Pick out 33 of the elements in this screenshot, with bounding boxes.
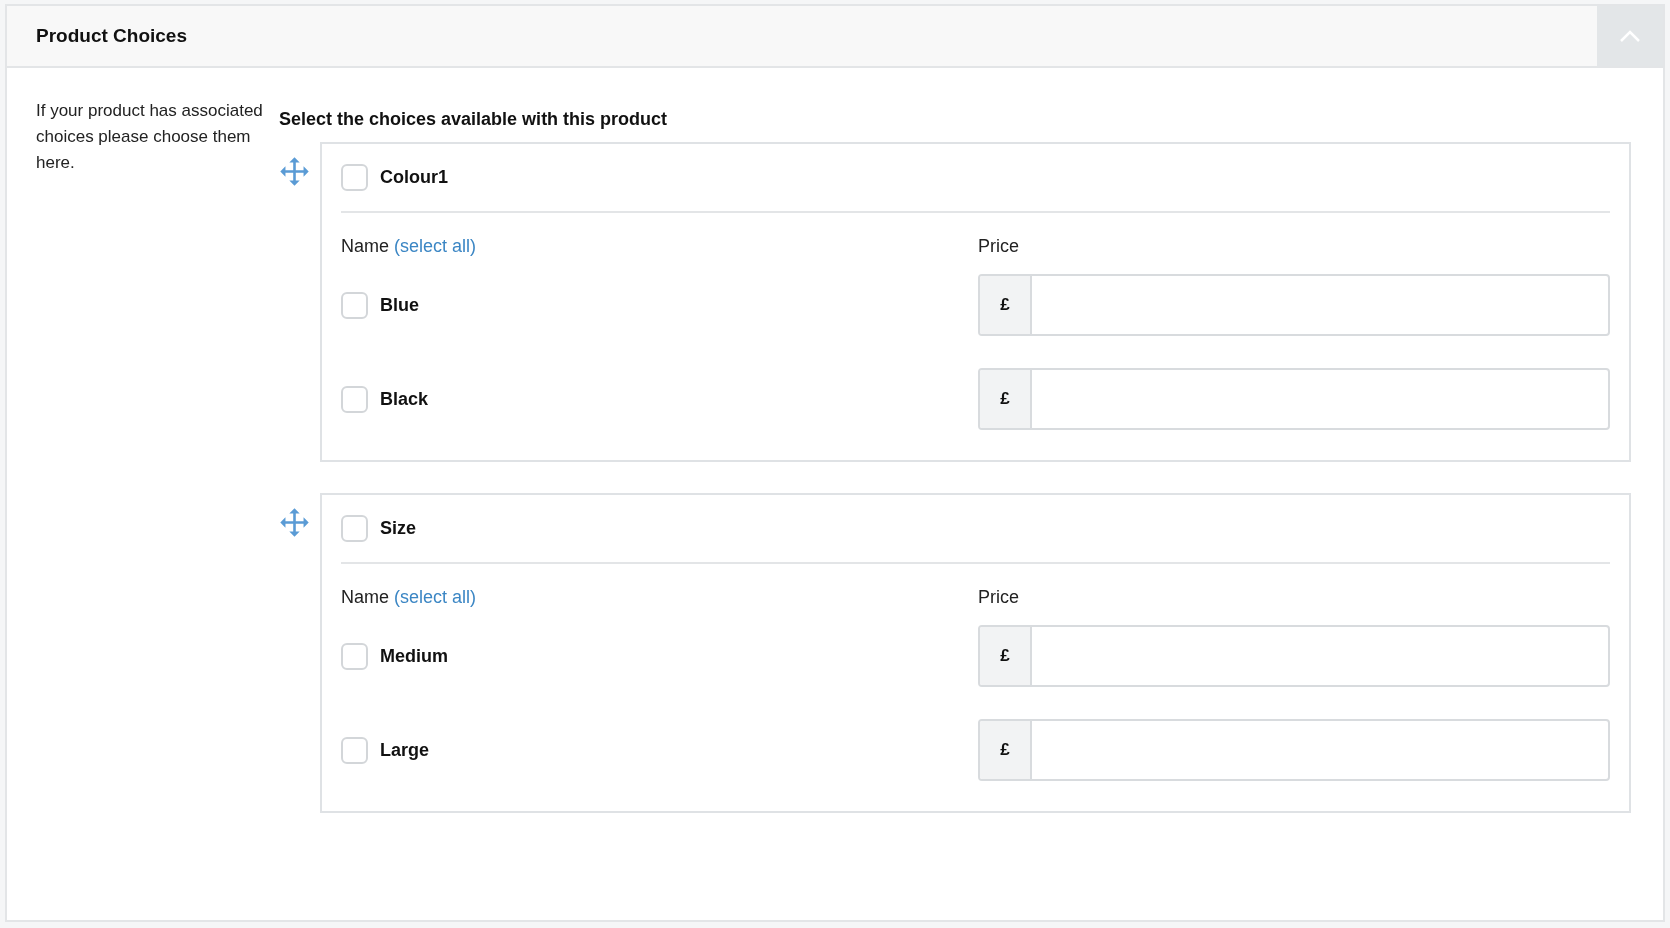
option-name: Black <box>380 387 429 411</box>
checkbox[interactable] <box>341 291 368 319</box>
checkbox[interactable] <box>341 642 368 670</box>
group-name: Size <box>380 517 417 540</box>
group-name: Colour1 <box>380 166 448 189</box>
currency-symbol: £ <box>980 627 1032 685</box>
checkbox[interactable] <box>341 164 368 191</box>
checkbox[interactable] <box>341 515 368 542</box>
price-field[interactable]: £ <box>978 625 1610 687</box>
chevron-icon <box>1619 29 1641 43</box>
currency-symbol: £ <box>980 370 1032 428</box>
help-text: If your product has associated choices please choose them here. <box>36 100 264 174</box>
move-icon[interactable] <box>279 156 310 187</box>
checkbox[interactable] <box>341 385 368 413</box>
column-label: Price <box>978 586 1019 609</box>
move-icon[interactable] <box>279 507 310 538</box>
column-label: Name <box>341 586 389 609</box>
price-field[interactable]: £ <box>978 274 1610 336</box>
panel-title: Product Choices <box>36 23 187 48</box>
select-all-link[interactable]: (select all) <box>394 584 477 611</box>
collapse-button[interactable] <box>1597 6 1663 66</box>
select-all-link[interactable]: (select all) <box>394 233 477 260</box>
currency-symbol: £ <box>980 721 1032 779</box>
checkbox[interactable] <box>341 736 368 764</box>
currency-symbol: £ <box>980 276 1032 334</box>
section-heading: Select the choices available with this product <box>279 108 668 131</box>
column-label: Price <box>978 235 1019 258</box>
price-field[interactable]: £ <box>978 719 1610 781</box>
column-label: Name <box>341 235 389 258</box>
option-name: Large <box>380 738 430 762</box>
option-name: Blue <box>380 293 419 317</box>
price-field[interactable]: £ <box>978 368 1610 430</box>
option-name: Medium <box>380 644 448 668</box>
